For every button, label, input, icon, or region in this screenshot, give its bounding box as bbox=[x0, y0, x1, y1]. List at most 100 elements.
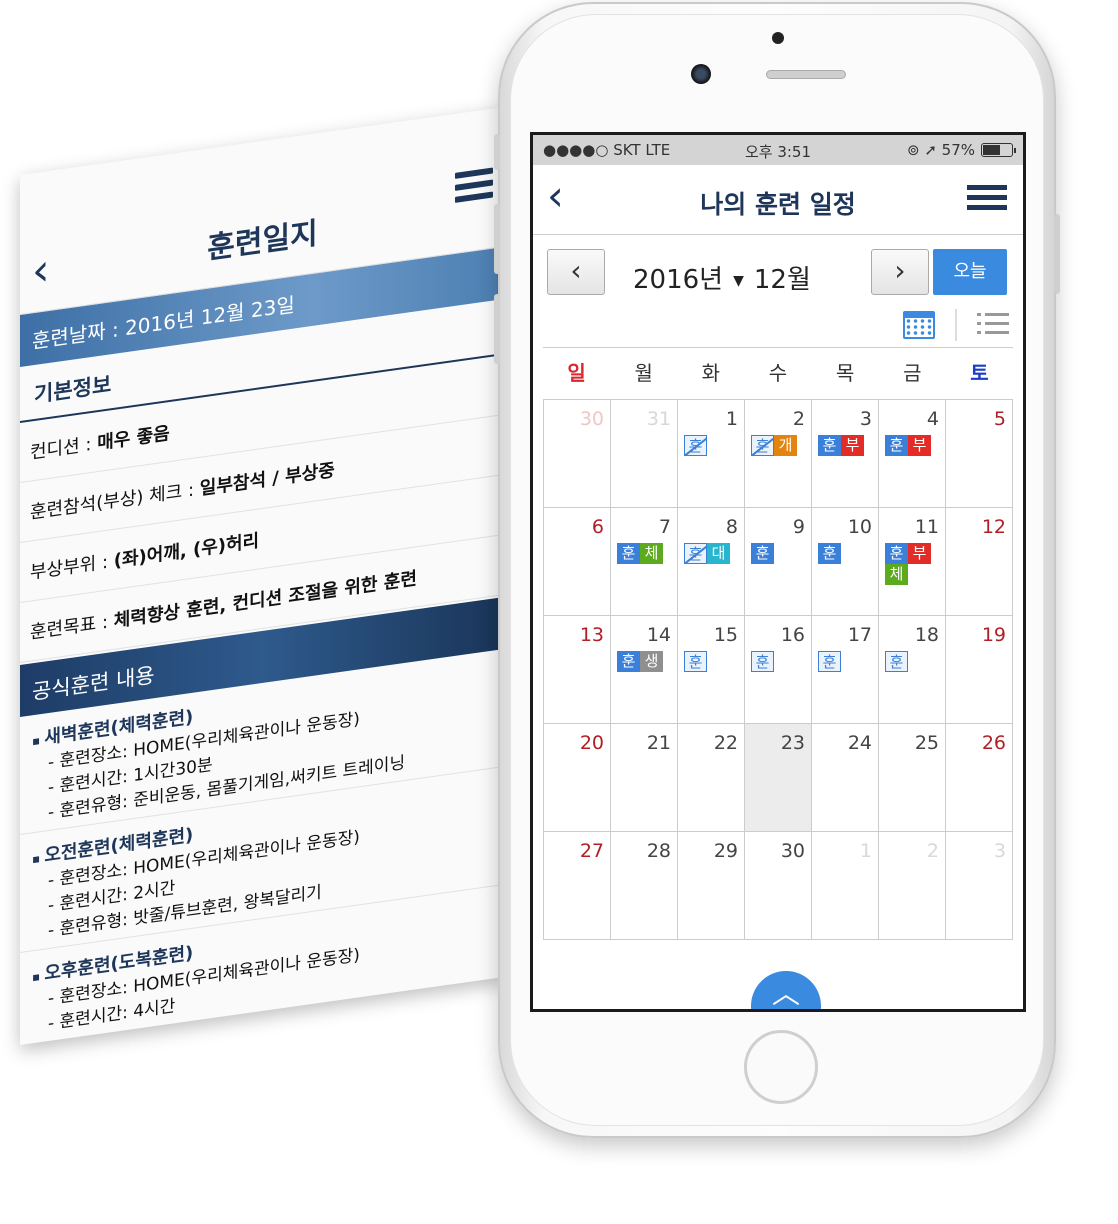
event-tags: 훈개 bbox=[751, 435, 799, 456]
day-number: 30 bbox=[780, 840, 805, 862]
calendar-day[interactable]: 24 bbox=[812, 724, 879, 832]
event-tag[interactable]: 훈 bbox=[751, 651, 774, 672]
calendar-day[interactable]: 16 훈 bbox=[745, 616, 812, 724]
calendar-day[interactable]: 4훈부 bbox=[879, 400, 946, 508]
day-number: 28 bbox=[646, 840, 671, 862]
phone-frame: ●●●●○ SKT LTE 오후 3:51 ⊚ ➚ 57% ‹ 나의 훈련 일정… bbox=[494, 2, 1060, 1138]
calendar-day[interactable]: 25 bbox=[879, 724, 946, 832]
calendar-day[interactable]: 13 bbox=[544, 616, 611, 724]
day-number: 16 bbox=[780, 624, 805, 646]
calendar-day[interactable]: 3 bbox=[946, 832, 1013, 940]
home-button[interactable] bbox=[744, 1030, 818, 1104]
event-tags: 훈부 bbox=[818, 435, 866, 456]
calendar-day[interactable]: 28 bbox=[611, 832, 678, 940]
event-tag[interactable]: 훈 bbox=[684, 651, 707, 672]
calendar-day[interactable]: 29 bbox=[678, 832, 745, 940]
month-label[interactable]: 12월 bbox=[754, 265, 811, 295]
day-number: 22 bbox=[713, 732, 738, 754]
weekday-label: 토 bbox=[970, 361, 989, 385]
today-button[interactable]: 오늘 bbox=[933, 249, 1007, 295]
calendar-day[interactable]: 10 훈 bbox=[812, 508, 879, 616]
event-tag[interactable]: 부 bbox=[841, 435, 864, 456]
event-tag[interactable]: 훈 bbox=[684, 435, 707, 456]
calendar-day[interactable]: 8훈대 bbox=[678, 508, 745, 616]
calendar-day[interactable]: 22 bbox=[678, 724, 745, 832]
calendar-day[interactable]: 7훈체 bbox=[611, 508, 678, 616]
calendar-day[interactable]: 9훈 bbox=[745, 508, 812, 616]
event-tag[interactable]: 대 bbox=[707, 543, 730, 564]
calendar-day[interactable]: 3훈부 bbox=[812, 400, 879, 508]
event-tags: 훈부 bbox=[885, 435, 933, 456]
hamburger-menu-icon[interactable] bbox=[967, 185, 1007, 215]
event-tags: 훈부체 bbox=[885, 543, 933, 585]
calendar-day[interactable]: 21 bbox=[611, 724, 678, 832]
calendar-day[interactable]: 30 bbox=[745, 832, 812, 940]
list-view-icon[interactable] bbox=[977, 313, 1009, 340]
calendar-week-row: 13 14 훈 생 15 훈 16 훈 17 훈 18 훈 19 bbox=[544, 616, 1013, 724]
volume-up-button bbox=[494, 204, 500, 274]
weekday-header: 일월화수목금토 bbox=[543, 347, 1013, 399]
scroll-top-button[interactable]: ︿ bbox=[751, 971, 821, 1009]
calendar-day[interactable]: 19 bbox=[946, 616, 1013, 724]
mute-switch bbox=[494, 134, 500, 170]
event-tag[interactable]: 훈 bbox=[818, 651, 841, 672]
divider bbox=[955, 309, 957, 341]
year-label[interactable]: 2016년 bbox=[633, 265, 723, 295]
calendar-day[interactable]: 11 훈 부 체 bbox=[879, 508, 946, 616]
event-tag[interactable]: 훈 bbox=[885, 543, 908, 564]
weekday-label: 월 bbox=[634, 361, 653, 385]
event-tag[interactable]: 훈 bbox=[818, 435, 841, 456]
day-number: 27 bbox=[579, 840, 604, 862]
calendar-day[interactable]: 1훈 bbox=[678, 400, 745, 508]
day-number: 8 bbox=[725, 516, 738, 538]
calendar-day[interactable]: 2 bbox=[879, 832, 946, 940]
event-tag[interactable]: 생 bbox=[640, 651, 663, 672]
day-number: 11 bbox=[914, 516, 939, 538]
calendar-day[interactable]: 12 bbox=[946, 508, 1013, 616]
event-tags: 훈 bbox=[751, 651, 799, 672]
front-camera bbox=[691, 64, 711, 84]
year-dropdown-icon[interactable]: ▼ bbox=[733, 273, 744, 289]
calendar-day[interactable]: 30 bbox=[544, 400, 611, 508]
phone-screen: ●●●●○ SKT LTE 오후 3:51 ⊚ ➚ 57% ‹ 나의 훈련 일정… bbox=[530, 132, 1026, 1012]
calendar-day[interactable]: 20 bbox=[544, 724, 611, 832]
event-tag[interactable]: 개 bbox=[774, 435, 797, 456]
calendar-week-row: 27 28 29 30 1 2 3 bbox=[544, 832, 1013, 940]
calendar-view-icon[interactable] bbox=[903, 311, 935, 339]
day-number: 1 bbox=[859, 840, 872, 862]
day-number: 24 bbox=[847, 732, 872, 754]
event-tag[interactable]: 부 bbox=[908, 543, 931, 564]
calendar-day[interactable]: 1 bbox=[812, 832, 879, 940]
event-tag[interactable]: 체 bbox=[640, 543, 663, 564]
calendar-day[interactable]: 15 훈 bbox=[678, 616, 745, 724]
next-month-button[interactable]: › bbox=[871, 249, 929, 295]
prev-month-button[interactable]: ‹ bbox=[547, 249, 605, 295]
calendar-day[interactable]: 17 훈 bbox=[812, 616, 879, 724]
event-tag[interactable]: 체 bbox=[885, 564, 908, 585]
month-selector[interactable]: 2016년 ▼ 12월 bbox=[633, 259, 811, 296]
hamburger-menu-icon[interactable] bbox=[455, 167, 493, 209]
event-tag[interactable]: 훈 bbox=[617, 543, 640, 564]
calendar-day[interactable]: 6 bbox=[544, 508, 611, 616]
event-tag[interactable]: 훈 bbox=[751, 543, 774, 564]
calendar-day[interactable]: 14 훈 생 bbox=[611, 616, 678, 724]
event-tag[interactable]: 훈 bbox=[751, 435, 774, 456]
calendar-day[interactable]: 18 훈 bbox=[879, 616, 946, 724]
calendar-day[interactable]: 27 bbox=[544, 832, 611, 940]
calendar-week-row: 30 31 1 훈 2 훈 개 3 훈 부 4 훈 부 5 bbox=[544, 400, 1013, 508]
calendar-day-today[interactable]: 23 bbox=[745, 724, 812, 832]
event-tag[interactable]: 부 bbox=[908, 435, 931, 456]
calendar-day[interactable]: 31 bbox=[611, 400, 678, 508]
calendar-day[interactable]: 2훈개 bbox=[745, 400, 812, 508]
day-number: 18 bbox=[914, 624, 939, 646]
battery-icon bbox=[981, 143, 1016, 157]
calendar-day[interactable]: 5 bbox=[946, 400, 1013, 508]
event-tag[interactable]: 훈 bbox=[818, 543, 841, 564]
calendar-day[interactable]: 26 bbox=[946, 724, 1013, 832]
event-tag[interactable]: 훈 bbox=[885, 435, 908, 456]
event-tag[interactable]: 훈 bbox=[885, 651, 908, 672]
day-number: 2 bbox=[792, 408, 805, 430]
event-tag[interactable]: 훈 bbox=[617, 651, 640, 672]
event-tag[interactable]: 훈 bbox=[684, 543, 707, 564]
calendar-grid: 30 31 1 훈 2 훈 개 3 훈 부 4 훈 부 5 6 7 훈 체 8 훈 대 9 훈 10 훈 11 훈 부 체 12 13 14 훈… bbox=[543, 399, 1013, 940]
